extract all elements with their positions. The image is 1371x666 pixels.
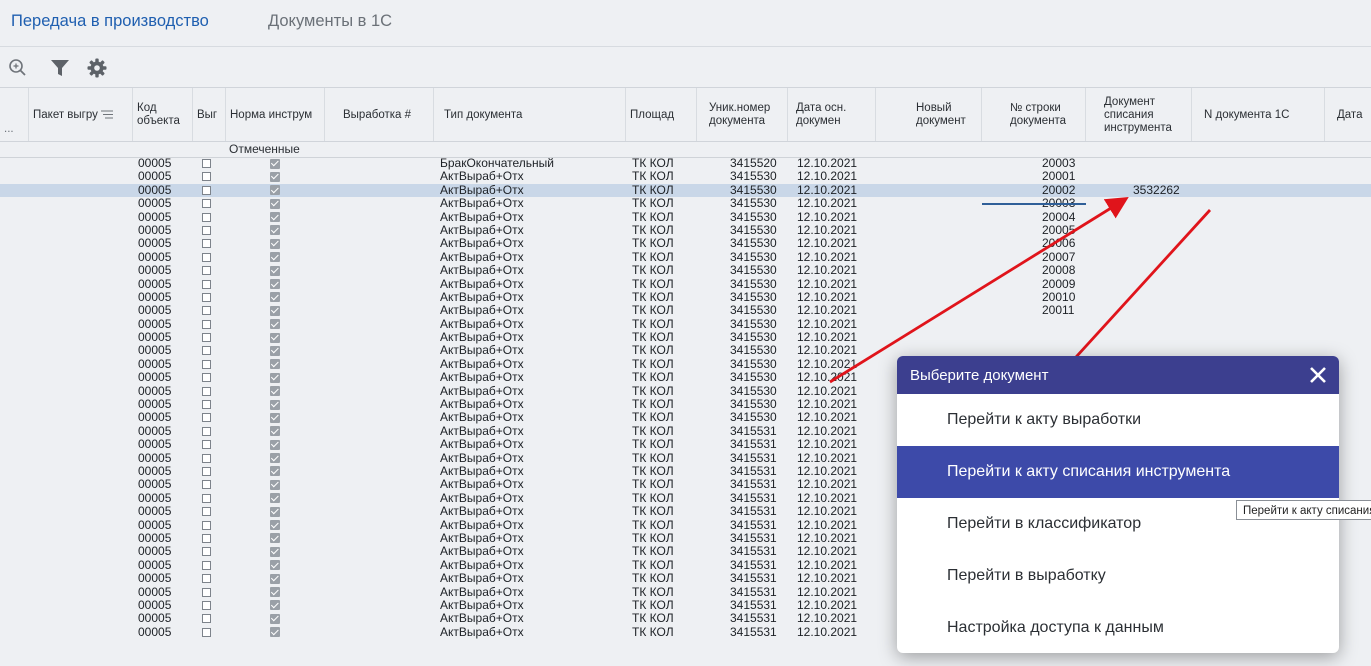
- menu-item-go-to-output-act[interactable]: Перейти к акту выработки: [897, 394, 1339, 446]
- tooltip: Перейти к акту списания инструмента: [1236, 500, 1371, 520]
- menu-item-go-to-output[interactable]: Перейти в выработку: [897, 550, 1339, 602]
- dialog-header: Выберите документ: [897, 356, 1339, 394]
- close-icon[interactable]: [1307, 364, 1329, 386]
- dialog-title: Выберите документ: [910, 367, 1049, 384]
- menu-item-access-settings[interactable]: Настройка доступа к данным: [897, 602, 1339, 653]
- menu-item-go-to-writeoff-act[interactable]: Перейти к акту списания инструмента: [897, 446, 1339, 498]
